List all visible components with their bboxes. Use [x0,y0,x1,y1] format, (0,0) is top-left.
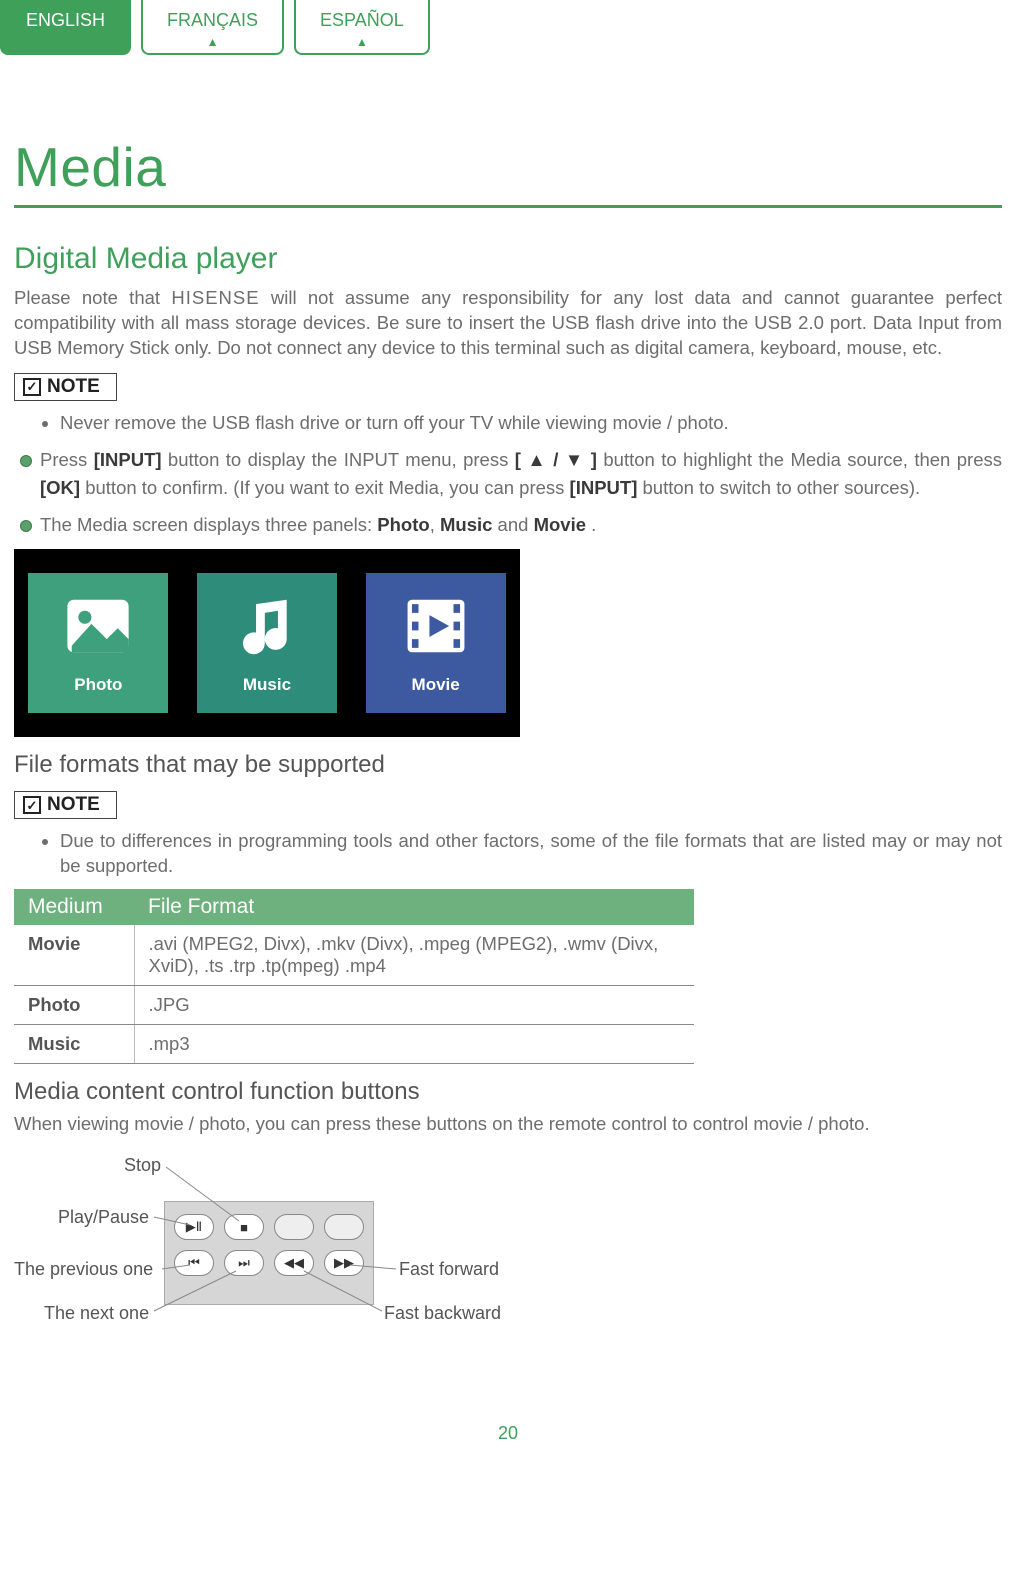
table-row: Photo .JPG [14,986,694,1025]
page-title: Media [14,135,1002,199]
button-ref: [OK] [40,477,80,498]
table-header: File Format [134,889,694,925]
title-rule [14,205,1002,208]
note-list: Never remove the USB flash drive or turn… [60,411,1002,436]
photo-card: Photo [28,573,168,713]
media-panel-illustration: Photo Music Movie [14,549,520,737]
movie-card: Movie [366,573,506,713]
remote-diagram: Stop Play/Pause The previous one The nex… [14,1153,634,1343]
table-header: Medium [14,889,134,925]
format-cell: .avi (MPEG2, Divx), .mkv (Divx), .mpeg (… [134,925,694,986]
text: Press [40,449,94,470]
text: and [492,514,533,535]
text: button to display the INPUT menu, press [162,449,515,470]
chevron-up-icon: ▲ [356,35,368,49]
checkbox-icon: ✓ [23,378,41,396]
button-ref: [INPUT] [94,449,162,470]
photo-icon [63,591,133,661]
language-tabs: ENGLISH FRANÇAIS ▲ ESPAÑOL ▲ [0,0,1016,55]
text: , [430,514,440,535]
music-icon [232,591,302,661]
instruction-list: Press [INPUT] button to display the INPU… [14,446,1002,539]
table-row: Music .mp3 [14,1025,694,1064]
medium-cell: Music [14,1025,134,1064]
note-label: NOTE [47,376,100,398]
medium-cell: Movie [14,925,134,986]
text: button to highlight the Media source, th… [597,449,1002,470]
format-cell: .mp3 [134,1025,694,1064]
panel-ref: Photo [377,514,429,535]
list-item: Due to differences in programming tools … [60,829,1002,879]
note-badge: ✓ NOTE [14,791,117,819]
table-row: Movie .avi (MPEG2, Divx), .mkv (Divx), .… [14,925,694,986]
text: Please note that [14,287,171,308]
music-card: Music [197,573,337,713]
text: button to confirm. (If you want to exit … [80,477,569,498]
card-label: Music [243,675,291,695]
tab-label: ESPAÑOL [320,10,404,30]
format-cell: .JPG [134,986,694,1025]
tab-label: FRANÇAIS [167,10,258,30]
button-ref: [ ▲ / ▼ ] [515,449,597,470]
tab-francais[interactable]: FRANÇAIS ▲ [141,0,284,55]
text: The Media screen displays three panels: [40,514,377,535]
checkbox-icon: ✓ [23,796,41,814]
list-item: Never remove the USB flash drive or turn… [60,411,1002,436]
button-ref: [INPUT] [570,477,638,498]
medium-cell: Photo [14,986,134,1025]
subsection-heading: Media content control function buttons [14,1078,1002,1106]
note-label: NOTE [47,794,100,816]
panel-ref: Movie [534,514,586,535]
section-heading: Digital Media player [14,242,1002,276]
card-label: Photo [74,675,122,695]
connector-lines [14,1153,634,1343]
card-label: Movie [412,675,460,695]
page-number: 20 [0,1343,1016,1464]
intro-paragraph: Please note that HISENSE will not assume… [14,286,1002,361]
file-format-table: Medium File Format Movie .avi (MPEG2, Di… [14,889,694,1064]
note-badge: ✓ NOTE [14,373,117,401]
text: . [586,514,596,535]
list-item: Press [INPUT] button to display the INPU… [14,446,1002,502]
text: button to switch to other sources). [637,477,920,498]
brand-name: HISENSE [171,287,259,308]
note-list: Due to differences in programming tools … [60,829,1002,879]
tab-espanol[interactable]: ESPAÑOL ▲ [294,0,430,55]
tab-label: ENGLISH [26,10,105,30]
movie-icon [401,591,471,661]
chevron-up-icon: ▲ [207,35,219,49]
tab-english[interactable]: ENGLISH [0,0,131,55]
buttons-intro: When viewing movie / photo, you can pres… [14,1112,1002,1137]
list-item: The Media screen displays three panels: … [14,511,1002,539]
subsection-heading: File formats that may be supported [14,751,1002,779]
panel-ref: Music [440,514,492,535]
